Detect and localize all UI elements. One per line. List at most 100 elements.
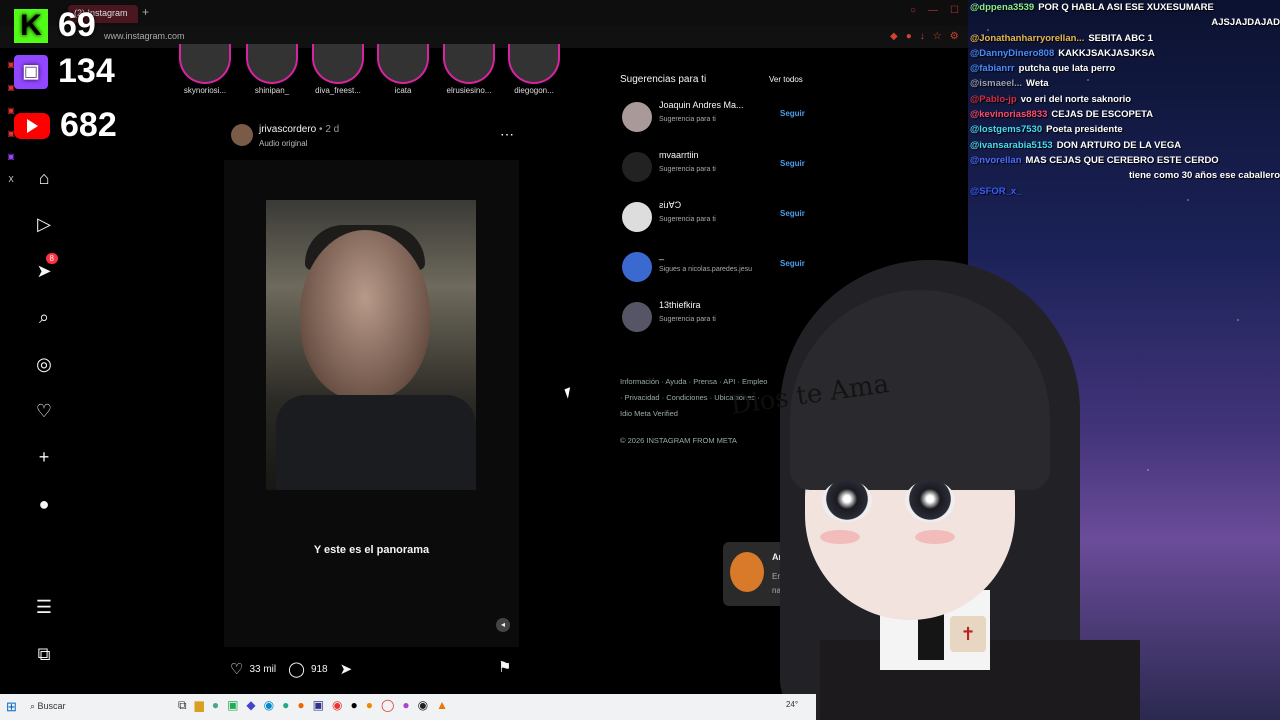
- start-icon[interactable]: ⊞: [6, 699, 17, 715]
- obs-icon[interactable]: ◉: [418, 698, 428, 713]
- suggestion-name[interactable]: _: [659, 250, 664, 260]
- video-person-face: [300, 230, 430, 400]
- app-icon[interactable]: ●: [402, 698, 409, 713]
- apps-icon[interactable]: ⧉: [30, 640, 58, 668]
- suggestion-avatar[interactable]: [622, 202, 652, 232]
- file-explorer-icon[interactable]: ▆: [195, 698, 204, 713]
- avatar-blush: [820, 530, 860, 544]
- app-icon[interactable]: ●: [212, 698, 219, 713]
- chat-username[interactable]: @DannyDinero808: [970, 48, 1054, 59]
- story-item[interactable]: shinipan_: [240, 44, 304, 95]
- suggestion-name[interactable]: mvaarrtiin: [659, 150, 699, 160]
- chat-username[interactable]: @dppena3539: [970, 2, 1034, 13]
- app-icon[interactable]: ▣: [313, 698, 324, 713]
- chat-username[interactable]: @ivansarabia5153: [970, 140, 1053, 151]
- messages-icon[interactable]: ➤ 8: [30, 253, 58, 285]
- download-icon[interactable]: ↓: [920, 31, 925, 42]
- video-subtitle: Y este es el panorama: [313, 544, 430, 556]
- explore-icon[interactable]: ◎: [30, 350, 58, 378]
- chrome-icon[interactable]: ◉: [332, 698, 342, 713]
- weather-temp: 24°: [786, 700, 799, 709]
- home-icon[interactable]: ⌂: [30, 164, 58, 192]
- menu-icon[interactable]: ☰: [30, 593, 58, 621]
- follow-button[interactable]: Seguir: [780, 259, 805, 268]
- profile-icon[interactable]: ●: [906, 31, 912, 42]
- app-icon[interactable]: ●: [350, 698, 357, 713]
- chat-username[interactable]: @Pablo-jp: [970, 94, 1017, 105]
- suggestion-avatar[interactable]: [622, 302, 652, 332]
- reels-icon[interactable]: ▷: [30, 210, 58, 238]
- suggestion-sub: Sigues a nicolas.paredes.jesu: [659, 266, 753, 273]
- chat-message: @nvorellan MAS CEJAS QUE CEREBRO ESTE CER…: [970, 153, 1280, 168]
- chat-username[interactable]: @ismaeel...: [970, 78, 1022, 89]
- post-audio[interactable]: Audio original: [259, 139, 307, 148]
- post-author-avatar[interactable]: [231, 124, 253, 146]
- avatar-blush: [915, 530, 955, 544]
- follow-button[interactable]: Seguir: [780, 109, 805, 118]
- new-tab-icon[interactable]: +: [142, 5, 149, 19]
- chat-username[interactable]: @nvorellan: [970, 155, 1022, 166]
- edge-icon[interactable]: ◉: [264, 698, 274, 713]
- like-icon[interactable]: ♡: [230, 660, 243, 678]
- story-item[interactable]: icata: [371, 44, 435, 95]
- bookmark-icon[interactable]: ☆: [933, 31, 942, 42]
- follow-button[interactable]: Seguir: [780, 209, 805, 218]
- story-avatar: [312, 44, 364, 84]
- suggestion-name[interactable]: ƨiɹⱯϽ: [659, 200, 681, 211]
- search-icon[interactable]: ⌕: [30, 303, 58, 331]
- suggestion-name[interactable]: 13thiefkira: [659, 300, 701, 310]
- story-item[interactable]: elrusiesino...: [437, 44, 501, 95]
- chat-text: MAS CEJAS QUE CEREBRO ESTE CERDO: [1025, 154, 1219, 166]
- settings-icon[interactable]: ⚙: [950, 31, 959, 42]
- taskbar-apps: ⧉ ▆ ● ▣ ◆ ◉ ● ● ▣ ◉ ● ● ◯ ● ◉ ▲: [178, 698, 448, 713]
- chat-username[interactable]: @SFOR_x_: [970, 186, 1022, 197]
- firefox-icon[interactable]: ●: [297, 698, 304, 713]
- chat-message: @SFOR_x_: [970, 184, 1280, 199]
- extension-icon[interactable]: ◆: [890, 31, 898, 42]
- save-icon[interactable]: ⚑: [498, 658, 511, 676]
- story-avatar: [508, 44, 560, 84]
- vlc-icon[interactable]: ▲: [436, 698, 448, 713]
- profile-avatar[interactable]: ●: [30, 490, 58, 518]
- share-icon[interactable]: ➤: [340, 660, 353, 678]
- audio-toggle-icon[interactable]: ◂: [496, 618, 510, 632]
- create-icon[interactable]: +: [30, 443, 58, 471]
- suggestion-avatar[interactable]: [622, 152, 652, 182]
- app-icon[interactable]: ▣: [227, 698, 238, 713]
- taskbar-search[interactable]: ⌕ Buscar: [26, 697, 166, 717]
- url-field[interactable]: www.instagram.com: [104, 31, 185, 41]
- chat-message: tiene como 30 años ese caballero: [970, 168, 1280, 183]
- opera-icon[interactable]: ◯: [381, 698, 394, 713]
- app-icon[interactable]: ●: [282, 698, 289, 713]
- suggestion-name[interactable]: Joaquin Andres Ma...: [659, 100, 744, 110]
- story-item[interactable]: diegogon...: [502, 44, 566, 95]
- x-mini-icon[interactable]: X: [0, 175, 22, 184]
- chat-username[interactable]: @Jonathanharryorellan...: [970, 33, 1084, 44]
- suggestion-avatar[interactable]: [622, 102, 652, 132]
- kick-counter: K 69: [14, 6, 96, 45]
- maximize-icon[interactable]: ☐: [950, 5, 959, 16]
- chat-username[interactable]: @fabianrr: [970, 63, 1015, 74]
- suggestion-sub: Sugerencia para ti: [659, 316, 716, 323]
- notifications-icon[interactable]: ♡: [30, 397, 58, 425]
- app-icon[interactable]: ◆: [246, 698, 255, 713]
- follow-button[interactable]: Seguir: [780, 159, 805, 168]
- chat-username[interactable]: @lostgems7530: [970, 124, 1042, 135]
- app-icon[interactable]: ●: [366, 698, 373, 713]
- suggestion-avatar[interactable]: [622, 252, 652, 282]
- task-view-icon[interactable]: ⧉: [178, 698, 187, 713]
- toast-avatar: [730, 552, 764, 592]
- search-icon[interactable]: ○: [910, 5, 916, 16]
- chat-username[interactable]: @kevinorias8833: [970, 109, 1047, 120]
- more-options-icon[interactable]: ⋯: [500, 126, 514, 143]
- see-all-link[interactable]: Ver todos: [769, 75, 803, 84]
- minimize-icon[interactable]: —: [928, 5, 938, 16]
- comment-icon[interactable]: ◯: [288, 660, 305, 678]
- like-count: 33 mil: [249, 663, 277, 675]
- post-username[interactable]: jrivascordero: [259, 124, 316, 135]
- story-item[interactable]: skynoriosi...: [173, 44, 237, 95]
- story-item[interactable]: diva_freest...: [306, 44, 370, 95]
- twitch-mini-icon[interactable]: ▣: [0, 152, 22, 161]
- suggestion-row: 13thiefkira Sugerencia para ti: [622, 298, 812, 338]
- post-time: 2 d: [325, 124, 340, 135]
